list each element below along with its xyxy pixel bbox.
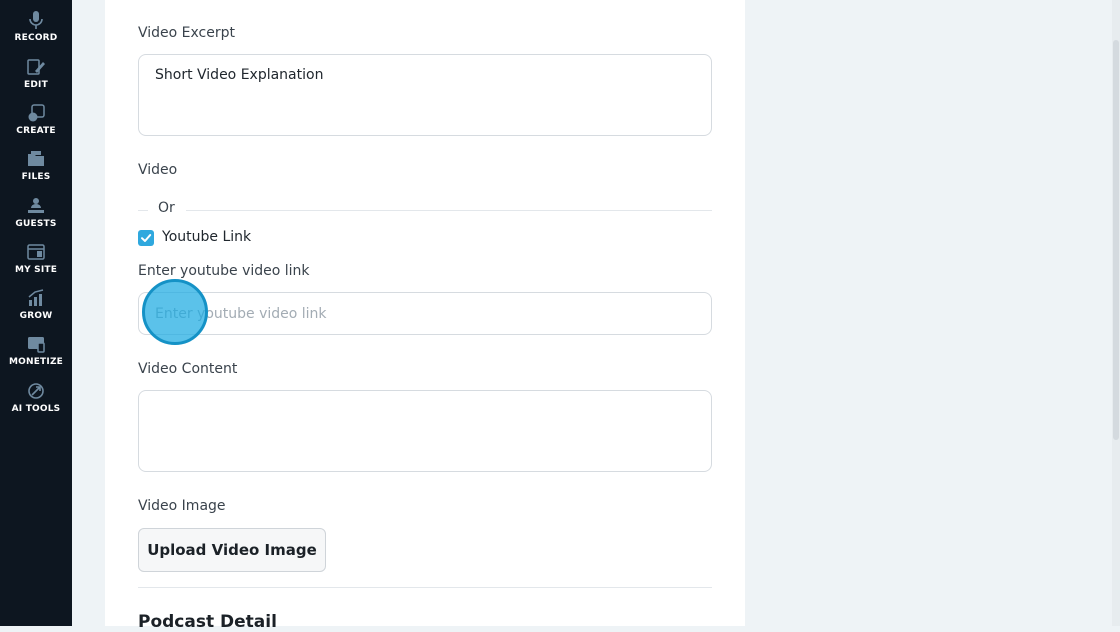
sidebar-item-label: GUESTS	[15, 219, 57, 229]
video-label: Video	[138, 162, 178, 178]
sidebar-item-monetize[interactable]: MONETIZE	[0, 334, 72, 378]
monetize-icon	[28, 337, 45, 353]
sidebar-item-edit[interactable]: EDIT	[0, 57, 72, 101]
sidebar-item-label: GROW	[19, 311, 53, 321]
sidebar-item-my-site[interactable]: MY SITE	[0, 242, 72, 286]
video-image-label: Video Image	[138, 498, 226, 514]
grow-icon	[28, 289, 44, 306]
sidebar-item-label: CREATE	[16, 126, 56, 136]
sidebar-item-record[interactable]: RECORD	[0, 10, 72, 54]
sidebar-item-create[interactable]: CREATE	[0, 103, 72, 147]
or-text: Or	[158, 200, 175, 216]
sidebar-item-label: MY SITE	[14, 265, 58, 275]
or-divider-right	[186, 210, 712, 211]
my-site-icon	[27, 244, 45, 260]
youtube-link-input[interactable]: Enter youtube video link	[138, 292, 712, 335]
video-content-label: Video Content	[138, 361, 238, 377]
youtube-link-checkbox-label[interactable]: Youtube Link	[162, 229, 251, 245]
video-excerpt-textarea[interactable]: Short Video Explanation	[138, 54, 712, 136]
ai-tools-icon	[28, 383, 44, 399]
video-excerpt-value: Short Video Explanation	[155, 67, 324, 83]
edit-icon	[27, 59, 45, 75]
sidebar-item-label: MONETIZE	[8, 357, 64, 367]
video-excerpt-label: Video Excerpt	[138, 25, 236, 41]
create-icon	[28, 104, 45, 122]
sidebar-item-label: FILES	[21, 172, 51, 182]
sidebar-nav: RECORD EDIT CREATE FILES GUESTS MY SITE …	[0, 0, 72, 626]
youtube-link-checkbox[interactable]	[138, 230, 154, 246]
upload-video-image-button[interactable]: Upload Video Image	[138, 528, 326, 572]
sidebar-item-files[interactable]: FILES	[0, 149, 72, 193]
sidebar-item-label: AI TOOLS	[11, 404, 61, 414]
or-divider-left	[138, 210, 148, 211]
sidebar-item-ai-tools[interactable]: AI TOOLS	[0, 381, 72, 425]
youtube-link-label: Enter youtube video link	[138, 263, 310, 279]
youtube-link-placeholder: Enter youtube video link	[155, 306, 327, 322]
podcast-detail-heading: Podcast Detail	[138, 612, 277, 632]
sidebar-item-label: RECORD	[14, 33, 58, 43]
files-icon	[28, 151, 44, 166]
sidebar-item-guests[interactable]: GUESTS	[0, 196, 72, 240]
sidebar-item-grow[interactable]: GROW	[0, 288, 72, 332]
page-scrollbar-thumb[interactable]	[1113, 40, 1119, 440]
video-content-textarea[interactable]	[138, 390, 712, 472]
section-divider	[138, 587, 712, 588]
microphone-icon	[29, 11, 43, 29]
checkmark-icon	[141, 234, 152, 242]
guests-icon	[28, 198, 44, 213]
sidebar-item-label: EDIT	[24, 80, 48, 90]
